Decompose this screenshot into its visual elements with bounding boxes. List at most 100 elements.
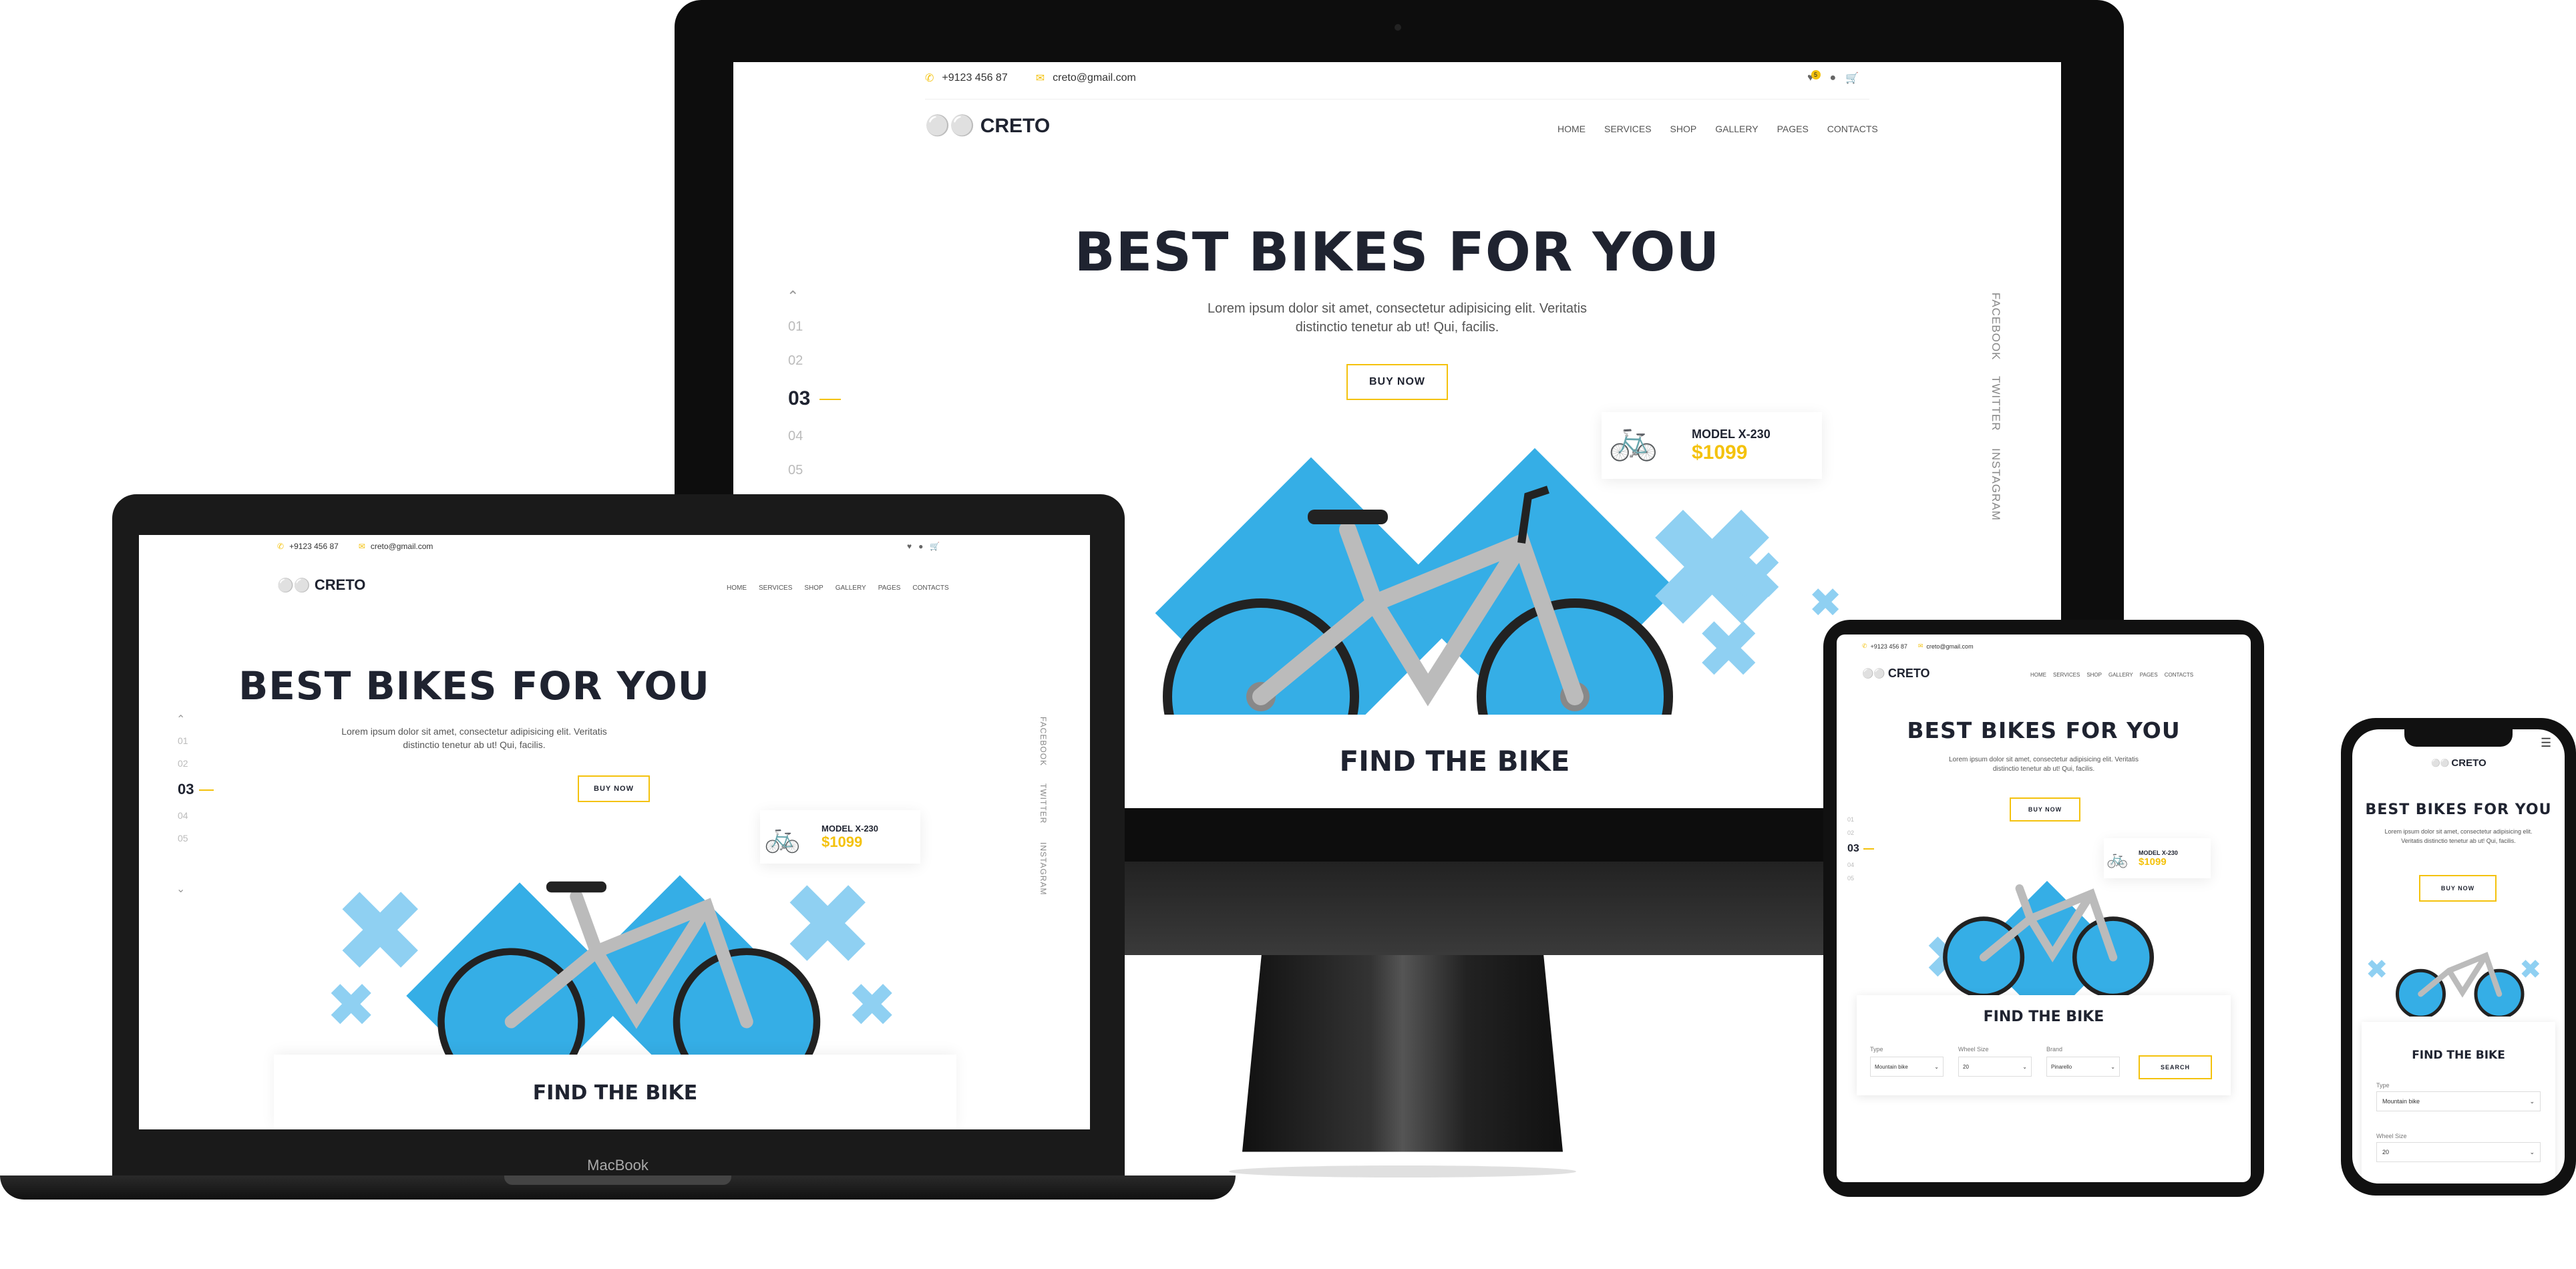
slide-4[interactable]: 04 [1847, 862, 1854, 868]
wheel-select[interactable]: 20 ⌄ [1958, 1057, 2032, 1077]
social-twitter[interactable]: TWITTER [1989, 376, 2002, 431]
phone-notch [2404, 729, 2513, 747]
social-instagram[interactable]: INSTAGRAM [1989, 448, 2002, 521]
slide-3[interactable]: 03 [178, 781, 214, 798]
monitor-stand-shadow [1229, 1165, 1576, 1177]
wheel-select[interactable]: 20 ⌄ [2376, 1142, 2541, 1162]
nav-pages[interactable]: PAGES [878, 584, 901, 592]
slide-2[interactable]: 02 [178, 758, 188, 769]
chevron-down-icon: ⌄ [2529, 1097, 2535, 1105]
model-price: $1099 [2139, 856, 2167, 868]
pager-up-icon[interactable]: ⌃ [787, 288, 799, 305]
user-icon[interactable]: ● [1830, 72, 1837, 84]
type-select[interactable]: Mountain bike ⌄ [1870, 1057, 1944, 1077]
search-button[interactable]: SEARCH [2139, 1055, 2212, 1079]
slide-5[interactable]: 05 [178, 833, 188, 844]
model-price: $1099 [1692, 441, 1748, 464]
cart-icon[interactable]: 🛒 [930, 542, 940, 551]
hero-text-line1: Lorem ipsum dolor sit amet, consectetur … [341, 726, 607, 737]
laptop-notch [504, 1175, 731, 1185]
phone-text[interactable]: +9123 456 87 [289, 542, 339, 551]
nav-shop[interactable]: SHOP [1670, 124, 1697, 134]
nav-contacts[interactable]: CONTACTS [912, 584, 948, 592]
logo[interactable]: ⚪⚪ CRETO [1862, 667, 1930, 681]
slide-4[interactable]: 04 [178, 810, 188, 821]
logo-text: CRETO [1887, 667, 1930, 680]
main-nav: HOME SERVICES SHOP GALLERY PAGES CONTACT… [1557, 124, 1878, 134]
logo[interactable]: ⚪⚪ CRETO [925, 114, 1050, 138]
slide-3[interactable]: 03 [1847, 843, 1874, 855]
main-nav: HOME SERVICES SHOP GALLERY PAGES CONTACT… [2030, 672, 2193, 678]
wheel-label: Wheel Size [1958, 1046, 1989, 1053]
slide-3[interactable]: 03 [788, 387, 842, 410]
nav-home[interactable]: HOME [1557, 124, 1586, 134]
main-nav: HOME SERVICES SHOP GALLERY PAGES CONTACT… [727, 584, 949, 592]
phone-text[interactable]: +9123 456 87 [1871, 643, 1907, 650]
laptop-label: MacBook [587, 1157, 649, 1173]
nav-shop[interactable]: SHOP [804, 584, 823, 592]
hero-text-line2: Veritatis distinctio tenetur ab ut! Qui,… [2401, 838, 2516, 844]
social-facebook[interactable]: FACEBOOK [1039, 717, 1048, 766]
nav-gallery[interactable]: GALLERY [836, 584, 866, 592]
monitor-stand [1242, 955, 1563, 1152]
social-facebook[interactable]: FACEBOOK [1989, 293, 2002, 361]
topbar-divider [925, 99, 1869, 100]
logo[interactable]: ⚪⚪ CRETO [2431, 757, 2487, 769]
brand-value: Pinarello [2051, 1063, 2072, 1070]
nav-home[interactable]: HOME [727, 584, 747, 592]
heart-icon[interactable]: ♥ [907, 542, 912, 551]
nav-contacts[interactable]: CONTACTS [1827, 124, 1878, 134]
nav-services[interactable]: SERVICES [1604, 124, 1652, 134]
cart-badge: 5 [1811, 70, 1821, 79]
phone-text[interactable]: +9123 456 87 [942, 72, 1007, 84]
model-bike-thumb: 🚲 [1608, 417, 1658, 462]
slide-2[interactable]: 02 [1847, 830, 1854, 836]
menu-icon[interactable]: ☰ [2541, 736, 2551, 750]
x-shape: ✖ [847, 972, 898, 1039]
buy-now-button[interactable]: BUY NOW [2010, 797, 2080, 822]
slide-1[interactable]: 01 [1847, 816, 1854, 823]
slide-5[interactable]: 05 [1847, 875, 1854, 882]
brand-select[interactable]: Pinarello ⌄ [2046, 1057, 2120, 1077]
email-text[interactable]: creto@gmail.com [1053, 72, 1136, 84]
model-card[interactable]: 🚲 MODEL X-230 $1099 [2104, 838, 2211, 878]
model-bike-thumb: 🚲 [764, 821, 801, 854]
nav-services[interactable]: SERVICES [2053, 672, 2080, 678]
nav-contacts[interactable]: CONTACTS [2165, 672, 2193, 678]
phone-icon: ✆ [925, 73, 934, 84]
slide-active-line [1863, 848, 1874, 850]
nav-pages[interactable]: PAGES [2140, 672, 2158, 678]
logo[interactable]: ⚪⚪ CRETO [277, 576, 365, 594]
topbar: ✆ +9123 456 87 ✉ creto@gmail.com [925, 71, 1136, 85]
cart-icon[interactable]: 🛒 [1845, 71, 1859, 85]
model-name: MODEL X-230 [2139, 849, 2178, 856]
social-twitter[interactable]: TWITTER [1039, 783, 1048, 824]
slide-4[interactable]: 04 [788, 429, 803, 444]
nav-services[interactable]: SERVICES [759, 584, 792, 592]
type-select[interactable]: Mountain bike ⌄ [2376, 1091, 2541, 1111]
nav-gallery[interactable]: GALLERY [2108, 672, 2133, 678]
slide-3-label: 03 [1847, 843, 1859, 854]
buy-now-button[interactable]: BUY NOW [578, 775, 650, 802]
slide-1[interactable]: 01 [178, 735, 188, 746]
slide-5[interactable]: 05 [788, 463, 803, 478]
model-card[interactable]: 🚲 MODEL X-230 $1099 [1602, 412, 1822, 479]
buy-now-button[interactable]: BUY NOW [1346, 364, 1448, 400]
buy-now-button[interactable]: BUY NOW [2419, 875, 2497, 902]
pager-up-icon[interactable]: ⌃ [176, 713, 185, 726]
nav-home[interactable]: HOME [2030, 672, 2046, 678]
user-icon[interactable]: ● [918, 542, 923, 551]
nav-shop[interactable]: SHOP [2086, 672, 2102, 678]
type-label: Type [1870, 1046, 1883, 1053]
nav-pages[interactable]: PAGES [1777, 124, 1809, 134]
email-text[interactable]: creto@gmail.com [371, 542, 433, 551]
model-card[interactable]: 🚲 MODEL X-230 $1099 [760, 810, 920, 864]
hero-text-line1: Lorem ipsum dolor sit amet, consectetur … [1207, 301, 1588, 316]
slide-2[interactable]: 02 [788, 353, 803, 369]
find-title: FIND THE BIKE [2412, 1049, 2505, 1062]
nav-gallery[interactable]: GALLERY [1715, 124, 1758, 134]
social-instagram[interactable]: INSTAGRAM [1039, 842, 1048, 895]
email-text[interactable]: creto@gmail.com [1926, 643, 1973, 650]
pager-down-icon[interactable]: ⌄ [176, 882, 185, 896]
slide-1[interactable]: 01 [788, 319, 803, 335]
